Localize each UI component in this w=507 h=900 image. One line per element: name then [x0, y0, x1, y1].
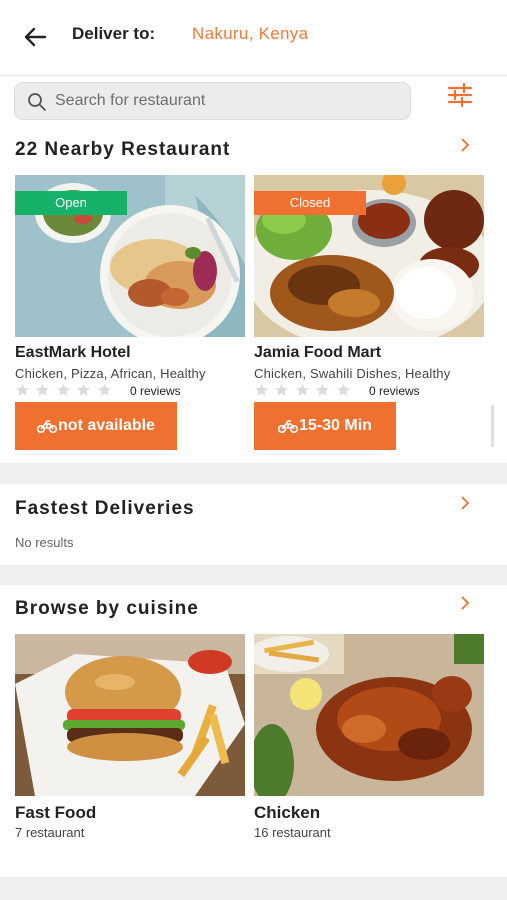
star-icon [275, 383, 289, 396]
delivery-time-button[interactable]: not available [15, 402, 177, 450]
restaurant-card-image[interactable]: Closed [254, 175, 484, 337]
search-input[interactable] [55, 83, 405, 119]
star-icon [295, 383, 309, 396]
chevron-right-icon[interactable] [458, 495, 472, 511]
delivery-time-button[interactable]: 15-30 Min [254, 402, 396, 450]
star-icon [336, 383, 350, 396]
status-badge: Open [15, 191, 127, 215]
chevron-right-icon[interactable] [458, 137, 472, 153]
cuisine-restaurant-count: 7 restaurant [15, 825, 85, 840]
cuisine-card-image[interactable] [15, 634, 245, 796]
nearby-section-title: 22 Nearby Restaurant [15, 139, 231, 160]
deliver-to-label: Deliver to: [72, 24, 156, 43]
section-divider [0, 877, 507, 900]
top-header: Deliver to: Nakuru, Kenya [0, 0, 507, 76]
chevron-right-icon[interactable] [458, 595, 472, 611]
filter-icon[interactable] [446, 82, 474, 108]
restaurant-card-image[interactable]: Open [15, 175, 245, 337]
search-icon [28, 93, 46, 111]
star-icon [56, 383, 70, 396]
rating-stars [15, 383, 113, 397]
food-photo [15, 634, 245, 796]
restaurant-tags: Chicken, Swahili Dishes, Healthy [254, 366, 451, 381]
star-icon [36, 383, 50, 396]
cuisine-name[interactable]: Chicken [254, 803, 320, 823]
rating-stars [254, 383, 352, 397]
restaurant-name[interactable]: EastMark Hotel [15, 344, 131, 362]
section-divider [0, 463, 507, 484]
back-arrow-icon[interactable] [20, 22, 50, 52]
review-count: 0 reviews [369, 384, 420, 398]
motorbike-icon [278, 420, 299, 433]
cuisine-restaurant-count: 16 restaurant [254, 825, 331, 840]
delivery-location[interactable]: Nakuru, Kenya [192, 24, 308, 44]
star-icon [316, 383, 330, 396]
review-count: 0 reviews [130, 384, 181, 398]
search-bar[interactable] [14, 82, 411, 120]
section-divider [0, 565, 507, 585]
status-badge: Closed [254, 191, 366, 215]
horizontal-scroll-indicator [491, 405, 494, 447]
cuisine-section-title: Browse by cuisine [15, 598, 199, 619]
empty-state-text: No results [15, 535, 74, 550]
star-icon [255, 383, 268, 396]
cuisine-name[interactable]: Fast Food [15, 803, 96, 823]
delivery-time-label: 15-30 Min [299, 417, 372, 434]
restaurant-tags: Chicken, Pizza, African, Healthy [15, 366, 206, 381]
cuisine-card-image[interactable] [254, 634, 484, 796]
motorbike-icon [37, 420, 58, 433]
delivery-time-label: not available [58, 417, 155, 434]
star-icon [16, 383, 29, 396]
star-icon [97, 383, 111, 396]
restaurant-name[interactable]: Jamia Food Mart [254, 344, 381, 362]
food-photo [254, 634, 484, 796]
star-icon [77, 383, 91, 396]
fastest-section-title: Fastest Deliveries [15, 498, 195, 519]
